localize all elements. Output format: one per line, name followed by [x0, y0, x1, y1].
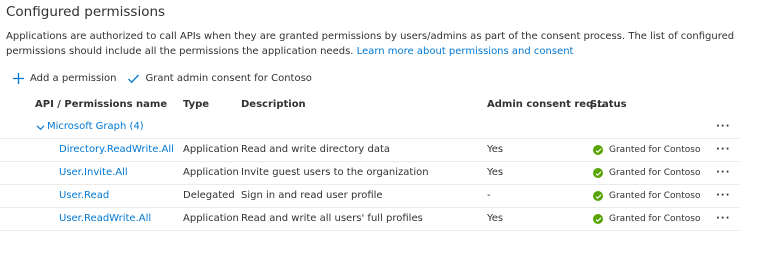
- permission-description: Invite guest users to the organization: [241, 167, 429, 178]
- admin-consent-required: Yes: [487, 167, 504, 178]
- table-row: Directory.ReadWrite.All Application Read…: [0, 139, 740, 162]
- column-header-status[interactable]: Status: [590, 97, 627, 112]
- more-icon[interactable]: ···: [716, 162, 730, 184]
- group-row-microsoft-graph: Microsoft Graph (4) ···: [0, 116, 740, 139]
- more-icon[interactable]: ···: [716, 208, 730, 230]
- learn-more-link[interactable]: Learn more about permissions and consent: [357, 46, 574, 57]
- permissions-toolbar: Add a permission Grant admin consent for…: [12, 70, 312, 86]
- group-label: Microsoft Graph (4): [47, 121, 144, 132]
- status-cell: Granted for Contoso: [593, 185, 701, 207]
- status-text: Granted for Contoso: [609, 168, 701, 178]
- permission-name-link[interactable]: User.Read: [59, 185, 109, 207]
- column-header-description[interactable]: Description: [241, 97, 306, 112]
- status-text: Granted for Contoso: [609, 214, 701, 224]
- permission-name-link[interactable]: User.Invite.All: [59, 162, 128, 184]
- granted-check-icon: [593, 145, 603, 155]
- permission-description: Read and write directory data: [241, 144, 391, 155]
- admin-consent-required: Yes: [487, 144, 504, 155]
- section-title: Configured permissions: [6, 4, 166, 20]
- granted-check-icon: [593, 214, 603, 224]
- granted-check-icon: [593, 168, 603, 178]
- status-text: Granted for Contoso: [609, 145, 701, 155]
- configured-permissions-panel: Configured permissions Applications are …: [0, 0, 768, 253]
- group-toggle[interactable]: Microsoft Graph (4): [36, 116, 144, 138]
- column-header-type[interactable]: Type: [183, 97, 209, 112]
- admin-consent-required: -: [487, 190, 491, 201]
- checkmark-icon: [128, 74, 140, 83]
- grant-admin-consent-button[interactable]: Grant admin consent for Contoso: [127, 72, 312, 85]
- status-text: Granted for Contoso: [609, 191, 701, 201]
- chevron-down-icon: [36, 124, 45, 130]
- granted-check-icon: [593, 191, 603, 201]
- grant-admin-consent-label: Grant admin consent for Contoso: [145, 72, 312, 84]
- status-cell: Granted for Contoso: [593, 162, 701, 184]
- column-header-name[interactable]: API / Permissions name: [35, 97, 167, 112]
- permission-type: Delegated: [183, 190, 235, 201]
- permission-name-link[interactable]: User.ReadWrite.All: [59, 208, 151, 230]
- permission-type: Application: [183, 144, 239, 155]
- more-icon[interactable]: ···: [716, 116, 730, 138]
- add-permission-button[interactable]: Add a permission: [12, 72, 116, 85]
- add-permission-label: Add a permission: [30, 72, 117, 84]
- table-header: API / Permissions name Type Description …: [0, 97, 740, 112]
- table-row: User.ReadWrite.All Application Read and …: [0, 208, 740, 231]
- more-icon[interactable]: ···: [716, 139, 730, 161]
- table-row: User.Invite.All Application Invite guest…: [0, 162, 740, 185]
- permission-description: Sign in and read user profile: [241, 190, 383, 201]
- permission-name-link[interactable]: Directory.ReadWrite.All: [59, 139, 174, 161]
- permission-type: Application: [183, 213, 239, 224]
- more-icon[interactable]: ···: [716, 185, 730, 207]
- table-row: User.Read Delegated Sign in and read use…: [0, 185, 740, 208]
- permission-description: Read and write all users' full profiles: [241, 213, 423, 224]
- admin-consent-required: Yes: [487, 213, 504, 224]
- status-cell: Granted for Contoso: [593, 208, 701, 230]
- column-header-admin-consent[interactable]: Admin consent req...: [487, 97, 605, 112]
- plus-icon: [13, 72, 24, 84]
- section-description: Applications are authorized to call APIs…: [6, 29, 751, 59]
- status-cell: Granted for Contoso: [593, 139, 701, 161]
- permission-type: Application: [183, 167, 239, 178]
